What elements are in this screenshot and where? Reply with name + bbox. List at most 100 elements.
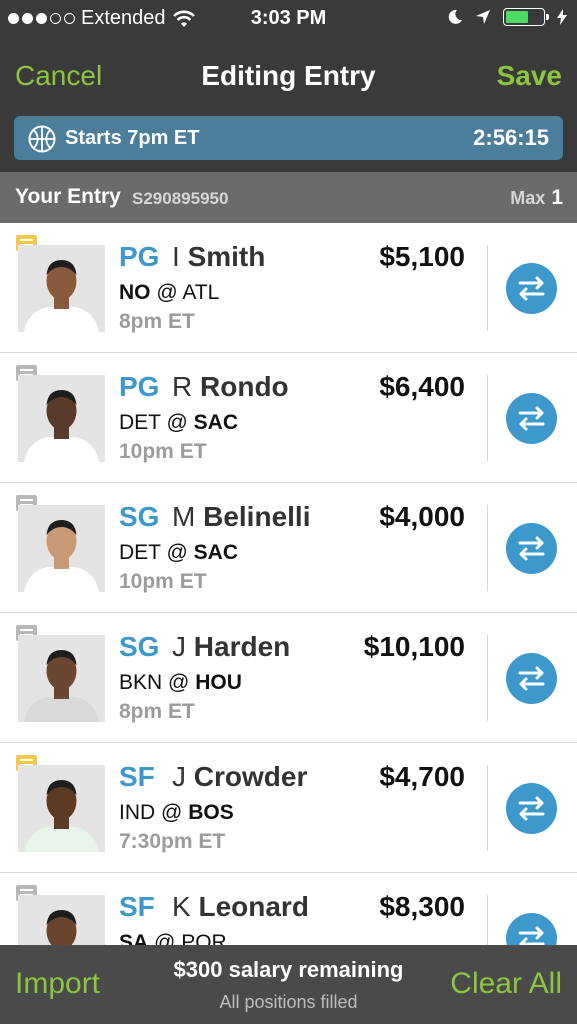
player-salary: $5,100 [379, 241, 465, 272]
home-team: HOU [195, 671, 242, 694]
max-label: Max [510, 188, 546, 208]
charging-bolt-icon [557, 9, 567, 25]
player-initial: R [172, 371, 193, 402]
entry-label: Your Entry [15, 185, 121, 208]
player-last-name: Smith [187, 241, 266, 272]
game-time: 8pm ET [119, 310, 195, 333]
player-name: R Rondo [172, 371, 289, 403]
player-position: SF [119, 761, 155, 792]
note-line [20, 369, 33, 371]
countdown-timer: 2:56:15 [473, 125, 549, 150]
swap-player-button[interactable] [506, 653, 557, 704]
player-initial: K [172, 891, 191, 922]
home-team: SAC [193, 411, 238, 434]
player-last-name: Harden [193, 631, 291, 662]
row-divider [487, 765, 488, 851]
player-row[interactable]: SF K Leonard $8,300 SA @ POR [0, 873, 577, 945]
player-last-name: Rondo [200, 371, 289, 402]
clear-all-button[interactable]: Clear All [450, 967, 562, 1001]
swap-player-button[interactable] [506, 913, 557, 945]
player-game: DET @ SAC [119, 411, 238, 435]
player-headshot [18, 245, 105, 332]
away-team: NO [119, 281, 151, 304]
player-row[interactable]: SG M Belinelli $4,000 DET @ SAC 10pm ET [0, 483, 577, 613]
swap-player-button[interactable] [506, 393, 557, 444]
at-symbol: @ [166, 541, 188, 564]
player-last-name: Leonard [198, 891, 309, 922]
row-divider [487, 505, 488, 591]
game-time: 7:30pm ET [119, 830, 226, 853]
player-photo [18, 375, 105, 462]
player-row[interactable]: SG J Harden $10,100 BKN @ HOU 8pm ET [0, 613, 577, 743]
player-name: J Harden [172, 631, 290, 663]
status-right [447, 8, 567, 26]
swap-arrows-icon [518, 796, 545, 821]
row-divider [487, 375, 488, 461]
row-divider [487, 245, 488, 331]
player-game: BKN @ HOU [119, 671, 242, 695]
save-button[interactable]: Save [497, 60, 562, 92]
swap-arrows-icon [518, 406, 545, 431]
note-line [20, 889, 33, 891]
home-team: SAC [193, 541, 238, 564]
player-row[interactable]: PG I Smith $5,100 NO @ ATL 8pm ET [0, 223, 577, 353]
player-photo [18, 505, 105, 592]
note-line [20, 499, 33, 501]
away-team: DET [119, 541, 161, 564]
player-photo [18, 635, 105, 722]
away-team: SA [119, 931, 149, 945]
at-symbol: @ [166, 411, 188, 434]
home-team: ATL [182, 281, 220, 304]
swap-player-button[interactable] [506, 783, 557, 834]
swap-player-button[interactable] [506, 263, 557, 314]
player-headshot [18, 895, 105, 945]
battery-icon [503, 8, 549, 26]
player-row[interactable]: PG R Rondo $6,400 DET @ SAC 10pm ET [0, 353, 577, 483]
player-salary: $10,100 [363, 631, 465, 662]
swap-player-button[interactable] [506, 523, 557, 574]
game-time: 8pm ET [119, 700, 195, 723]
game-time: 10pm ET [119, 440, 207, 463]
note-line [20, 759, 33, 761]
player-game: DET @ SAC [119, 541, 238, 565]
player-position: PG [119, 371, 160, 402]
player-photo [18, 895, 105, 945]
player-row[interactable]: SF J Crowder $4,700 IND @ BOS 7:30pm ET [0, 743, 577, 873]
player-position: SG [119, 501, 160, 532]
player-salary: $6,400 [379, 371, 465, 402]
player-salary: $8,300 [379, 891, 465, 922]
player-last-name: Belinelli [203, 501, 311, 532]
away-team: DET [119, 411, 161, 434]
player-list[interactable]: PG I Smith $5,100 NO @ ATL 8pm ET PG R Rondo $6… [0, 223, 577, 945]
player-initial: I [172, 241, 180, 272]
player-position: PG [119, 241, 160, 272]
battery-level [506, 11, 528, 23]
contest-info-bar[interactable]: Starts 7pm ET 2:56:15 [14, 116, 563, 160]
nav-bar: Cancel Editing Entry Save [0, 40, 577, 114]
player-position: SG [119, 631, 160, 662]
home-team: POR [181, 931, 227, 945]
player-initial: J [172, 631, 186, 662]
away-team: IND [119, 801, 156, 824]
note-line [20, 629, 33, 631]
entry-id: S290895950 [132, 189, 229, 208]
player-name: K Leonard [172, 891, 309, 923]
at-symbol: @ [168, 671, 190, 694]
home-team: BOS [188, 801, 234, 824]
player-initial: J [172, 761, 186, 792]
at-symbol: @ [156, 281, 178, 304]
contest-bar-container: Starts 7pm ET 2:56:15 [0, 114, 577, 172]
away-team: BKN [119, 671, 163, 694]
player-headshot [18, 635, 105, 722]
player-game: SA @ POR [119, 931, 227, 945]
player-name: I Smith [172, 241, 265, 273]
player-name: M Belinelli [172, 501, 310, 533]
entry-header: Your Entry S290895950 Max 1 [0, 172, 577, 223]
player-initial: M [172, 501, 196, 532]
player-salary: $4,000 [379, 501, 465, 532]
location-arrow-icon [476, 10, 490, 24]
page-title: Editing Entry [201, 60, 376, 91]
swap-arrows-icon [518, 536, 545, 561]
note-line [20, 239, 33, 241]
at-symbol: @ [154, 931, 176, 945]
